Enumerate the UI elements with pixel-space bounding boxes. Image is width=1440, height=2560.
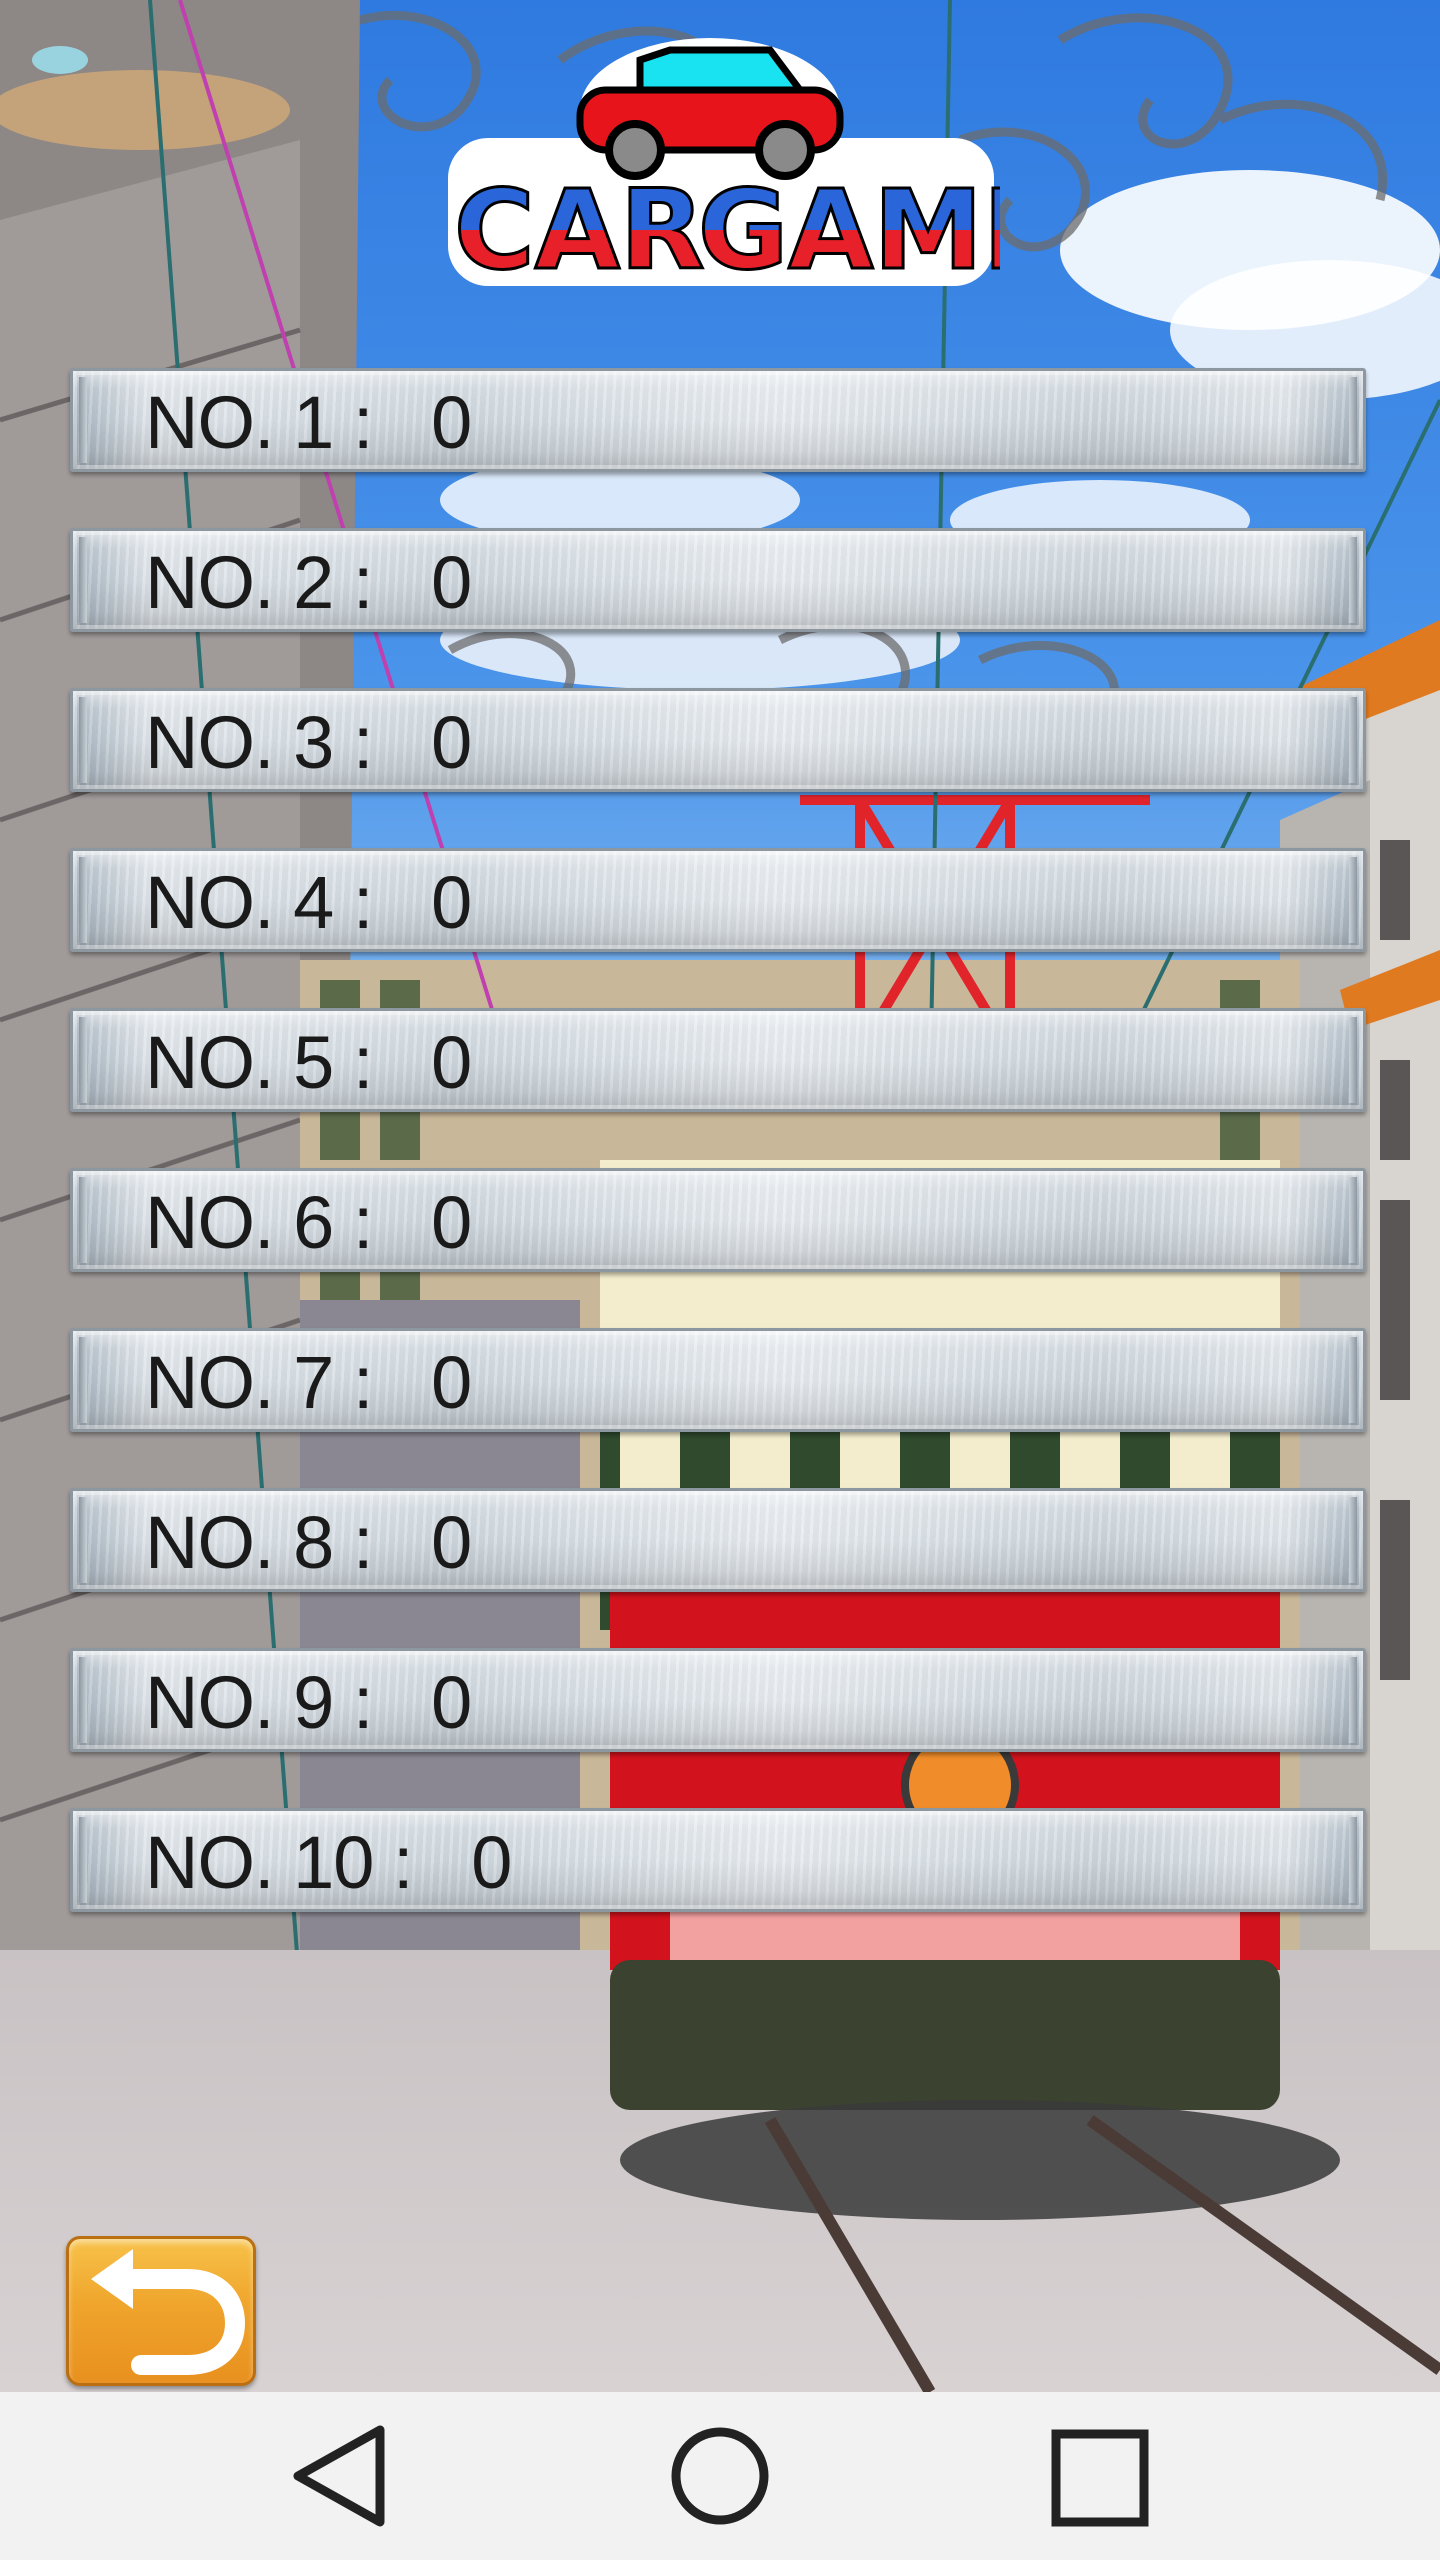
score-entry: NO. 7 : 0 [145,1345,472,1421]
score-entry: NO. 6 : 0 [145,1185,472,1261]
score-entry: NO. 9 : 0 [145,1665,472,1741]
logo-word-game: GAME [698,166,1000,290]
rank-label: NO. 5 : [145,1021,373,1104]
undo-arrow-icon [91,2249,246,2375]
score-entry: NO. 5 : 0 [145,1025,472,1101]
score-value: 0 [431,861,472,944]
score-value: 0 [431,1181,472,1264]
score-row: NO. 4 : 0 [70,848,1366,952]
rank-label: NO. 3 : [145,701,373,784]
score-list: NO. 1 : 0 NO. 2 : 0 NO. 3 : 0 NO. 4 : 0 NO. … [70,368,1370,1968]
score-entry: NO. 8 : 0 [145,1505,472,1581]
leaderboard-screen: CAR GAME NO. 1 : 0NO. 2 : 0NO. 3 : 0NO. … [0,0,1440,2560]
score-entry: NO. 3 : 0 [145,705,472,781]
square-recents-icon [1051,2429,1149,2527]
score-row: NO. 1 : 0 [70,368,1366,472]
rank-label: NO. 1 : [145,381,373,464]
nav-back-button[interactable] [240,2392,440,2560]
rank-label: NO. 2 : [145,541,373,624]
score-value: 0 [471,1821,512,1904]
logo-word-car: CAR [454,166,705,290]
nav-recents-button[interactable] [1000,2392,1200,2560]
rank-label: NO. 6 : [145,1181,373,1264]
score-entry: NO. 2 : 0 [145,545,472,621]
score-row: NO. 7 : 0 [70,1328,1366,1432]
score-row: NO. 2 : 0 [70,528,1366,632]
score-value: 0 [431,541,472,624]
rank-label: NO. 9 : [145,1661,373,1744]
rank-label: NO. 10 : [145,1821,414,1904]
score-entry: NO. 10 : 0 [145,1825,512,1901]
score-value: 0 [431,381,472,464]
back-button[interactable] [66,2236,256,2386]
score-row: NO. 10 : 0 [70,1808,1366,1912]
score-row: NO. 3 : 0 [70,688,1366,792]
score-row: NO. 9 : 0 [70,1648,1366,1752]
score-value: 0 [431,1341,472,1424]
circle-home-icon [671,2427,769,2525]
score-row: NO. 6 : 0 [70,1168,1366,1272]
score-entry: NO. 1 : 0 [145,385,472,461]
score-value: 0 [431,701,472,784]
rank-label: NO. 4 : [145,861,373,944]
rank-label: NO. 7 : [145,1341,373,1424]
score-value: 0 [431,1021,472,1104]
rank-label: NO. 8 : [145,1501,373,1584]
score-row: NO. 5 : 0 [70,1008,1366,1112]
score-value: 0 [431,1661,472,1744]
score-row: NO. 8 : 0 [70,1488,1366,1592]
nav-home-button[interactable] [620,2392,820,2560]
score-entry: NO. 4 : 0 [145,865,472,941]
system-nav-bar [0,2392,1440,2560]
triangle-back-icon [293,2425,385,2527]
app-logo: CAR GAME [440,30,1060,296]
score-value: 0 [431,1501,472,1584]
